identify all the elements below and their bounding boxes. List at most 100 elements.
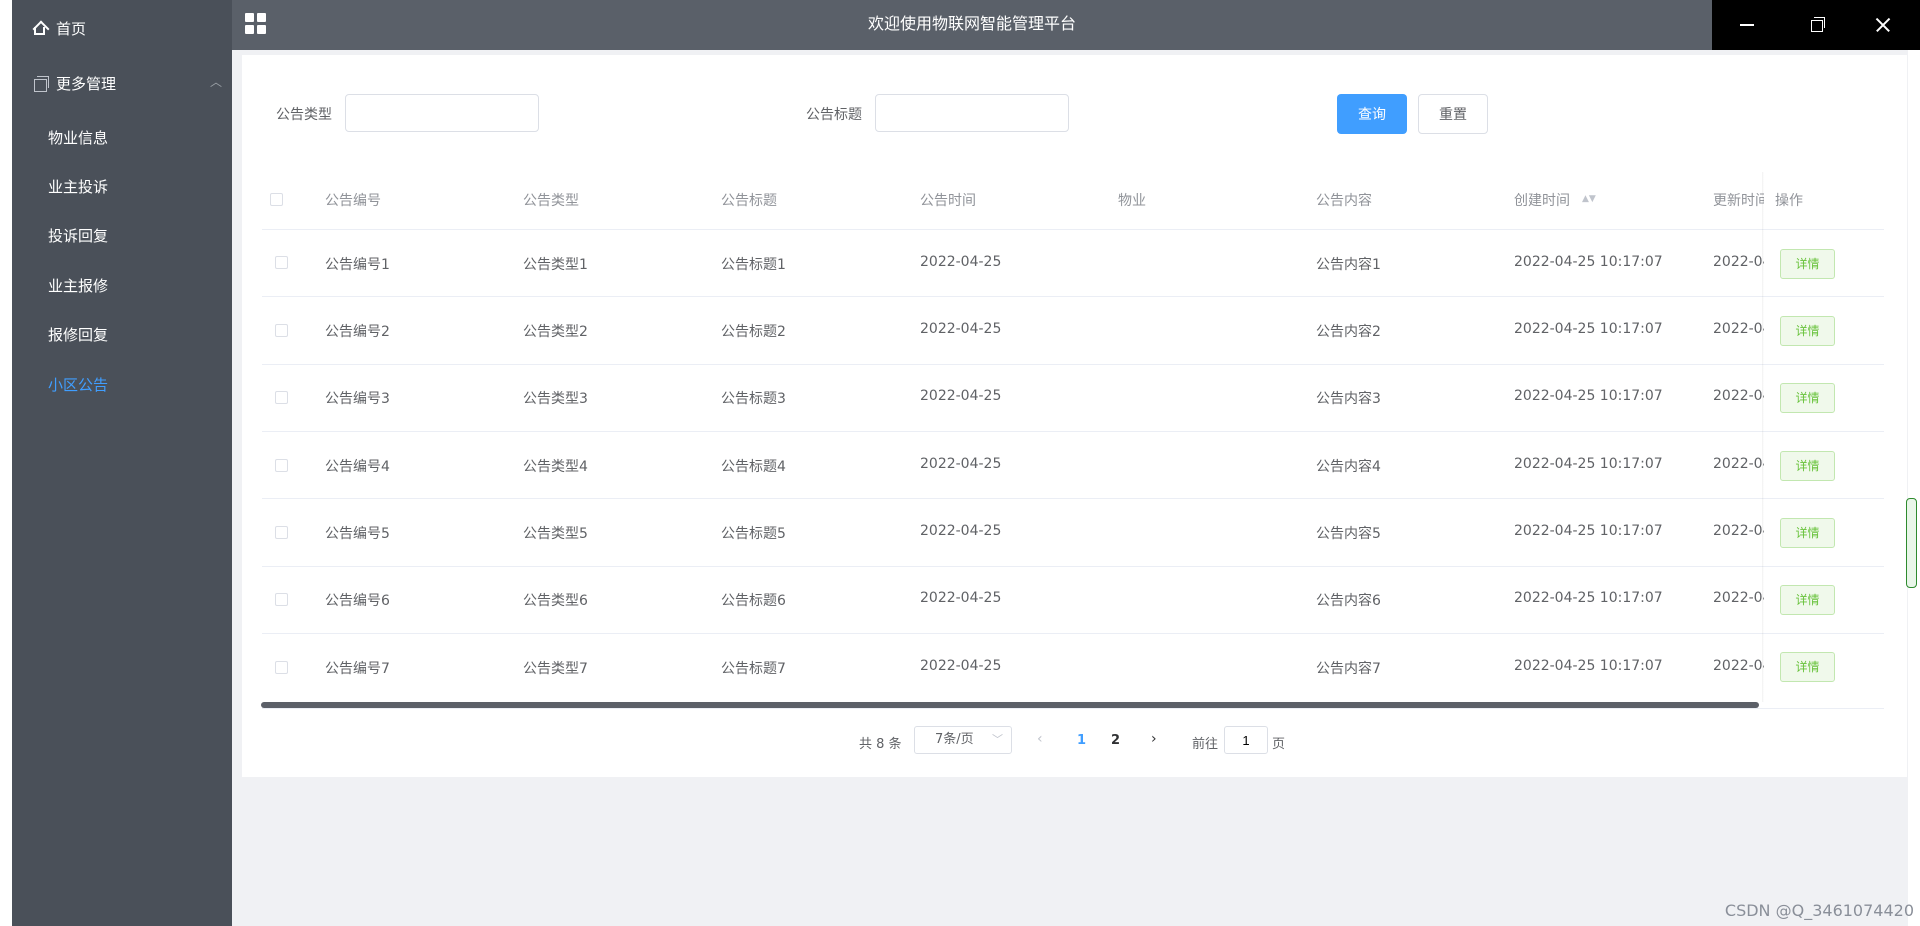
cell-no: 公告编号5 bbox=[325, 526, 390, 542]
row-divider bbox=[262, 364, 1884, 365]
row-checkbox[interactable] bbox=[275, 593, 288, 606]
sidebar-group-more[interactable]: 更多管理 ︿ bbox=[32, 73, 222, 94]
minimize-icon[interactable] bbox=[1712, 0, 1781, 50]
prev-page-icon[interactable]: ‹ bbox=[1037, 731, 1043, 747]
sidebar-group-label: 更多管理 bbox=[56, 75, 117, 93]
app-title: 欢迎使用物联网智能管理平台 bbox=[867, 14, 1076, 33]
cell-type: 公告类型7 bbox=[523, 661, 588, 677]
notice-title-label: 公告标题 bbox=[806, 107, 862, 123]
cell-content: 公告内容6 bbox=[1316, 593, 1381, 609]
detail-button[interactable]: 详情 bbox=[1780, 249, 1835, 279]
cell-content: 公告内容1 bbox=[1316, 257, 1381, 273]
detail-button[interactable]: 详情 bbox=[1780, 518, 1835, 548]
sidebar: 首页 更多管理 ︿ 物业信息 业主投诉 投诉回复 业主报修 报修回复 小区公告 bbox=[12, 0, 232, 926]
cell-date: 2022-04-25 bbox=[920, 456, 1002, 472]
row-checkbox[interactable] bbox=[275, 324, 288, 337]
cell-type: 公告类型6 bbox=[523, 593, 588, 609]
cell-created: 2022-04-25 10:17:07 bbox=[1514, 321, 1663, 337]
cell-title: 公告标题3 bbox=[721, 391, 786, 407]
cell-date: 2022-04-25 bbox=[920, 388, 1002, 404]
column-header-title: 公告标题 bbox=[721, 193, 777, 209]
ops-header-divider bbox=[1764, 229, 1884, 230]
row-checkbox[interactable] bbox=[275, 661, 288, 674]
cell-date: 2022-04-25 bbox=[920, 658, 1002, 674]
cell-content: 公告内容2 bbox=[1316, 324, 1381, 340]
row-checkbox[interactable] bbox=[275, 391, 288, 404]
cell-type: 公告类型4 bbox=[523, 459, 588, 475]
next-page-icon[interactable]: › bbox=[1151, 731, 1157, 747]
vertical-scrollbar-track bbox=[1908, 50, 1920, 926]
cell-no: 公告编号7 bbox=[325, 661, 390, 677]
sidebar-item-home[interactable]: 首页 bbox=[32, 18, 86, 39]
row-checkbox[interactable] bbox=[275, 459, 288, 472]
goto-unit: 页 bbox=[1272, 737, 1286, 752]
cell-date: 2022-04-25 bbox=[920, 254, 1002, 270]
restore-icon[interactable] bbox=[1781, 0, 1850, 50]
notice-type-input[interactable] bbox=[345, 94, 539, 132]
cell-date: 2022-04-25 bbox=[920, 523, 1002, 539]
sidebar-item-owner-complaint[interactable]: 业主投诉 bbox=[48, 176, 108, 197]
notice-title-input[interactable] bbox=[875, 94, 1069, 132]
sidebar-item-complaint-reply[interactable]: 投诉回复 bbox=[48, 225, 108, 246]
row-divider bbox=[262, 431, 1884, 432]
column-header-created[interactable]: 创建时间 bbox=[1514, 190, 1570, 210]
cell-no: 公告编号1 bbox=[325, 257, 390, 273]
reset-button[interactable]: 重置 bbox=[1418, 94, 1488, 134]
page-number-1[interactable]: 1 bbox=[1077, 733, 1086, 748]
column-header-no: 公告编号 bbox=[325, 193, 381, 209]
select-all-checkbox[interactable] bbox=[270, 193, 283, 206]
row-checkbox[interactable] bbox=[275, 256, 288, 269]
ops-row-divider bbox=[1764, 431, 1884, 432]
cell-no: 公告编号3 bbox=[325, 391, 390, 407]
sidebar-item-property-info[interactable]: 物业信息 bbox=[48, 127, 108, 148]
header-divider bbox=[262, 229, 1884, 230]
chevron-up-icon: ︿ bbox=[209, 75, 222, 89]
sidebar-item-owner-repair[interactable]: 业主报修 bbox=[48, 275, 108, 296]
column-header-type: 公告类型 bbox=[523, 193, 579, 209]
cell-type: 公告类型2 bbox=[523, 324, 588, 340]
detail-button[interactable]: 详情 bbox=[1780, 585, 1835, 615]
column-header-updated: 更新时间 bbox=[1713, 193, 1769, 209]
cell-type: 公告类型3 bbox=[523, 391, 588, 407]
sidebar-home-label: 首页 bbox=[56, 20, 87, 38]
page-size-select[interactable]: 7条/页 ﹀ bbox=[914, 726, 1012, 754]
ops-row-divider bbox=[1764, 566, 1884, 567]
sidebar-item-repair-reply[interactable]: 报修回复 bbox=[48, 324, 108, 345]
cell-title: 公告标题7 bbox=[721, 661, 786, 677]
query-button[interactable]: 查询 bbox=[1337, 94, 1407, 134]
vertical-scrollbar-thumb[interactable] bbox=[1906, 498, 1917, 588]
ops-row-divider bbox=[1764, 364, 1884, 365]
column-header-content: 公告内容 bbox=[1316, 193, 1372, 209]
row-divider bbox=[262, 296, 1884, 297]
goto-page-input[interactable] bbox=[1224, 726, 1268, 754]
ops-row-divider bbox=[1764, 498, 1884, 499]
row-divider bbox=[262, 566, 1884, 567]
close-icon[interactable] bbox=[1850, 0, 1919, 50]
detail-button[interactable]: 详情 bbox=[1780, 316, 1835, 346]
column-header-date: 公告时间 bbox=[920, 193, 976, 209]
cell-type: 公告类型1 bbox=[523, 257, 588, 273]
cell-content: 公告内容5 bbox=[1316, 526, 1381, 542]
cell-no: 公告编号2 bbox=[325, 324, 390, 340]
table-bottom-border bbox=[262, 708, 1884, 709]
chevron-down-icon: ﹀ bbox=[992, 733, 1003, 746]
menu-group-icon bbox=[32, 75, 49, 92]
page-number-2[interactable]: 2 bbox=[1111, 733, 1120, 748]
cell-created: 2022-04-25 10:17:07 bbox=[1514, 590, 1663, 606]
column-header-property: 物业 bbox=[1118, 193, 1146, 209]
detail-button[interactable]: 详情 bbox=[1780, 383, 1835, 413]
ops-row-divider bbox=[1764, 296, 1884, 297]
detail-button[interactable]: 详情 bbox=[1780, 652, 1835, 682]
sort-icon[interactable]: ▲▼ bbox=[1582, 194, 1596, 204]
detail-button[interactable]: 详情 bbox=[1780, 451, 1835, 481]
cell-content: 公告内容4 bbox=[1316, 459, 1381, 475]
cell-title: 公告标题5 bbox=[721, 526, 786, 542]
cell-no: 公告编号6 bbox=[325, 593, 390, 609]
row-checkbox[interactable] bbox=[275, 526, 288, 539]
sidebar-item-community-notice[interactable]: 小区公告 bbox=[48, 374, 108, 395]
notice-type-label: 公告类型 bbox=[276, 107, 332, 123]
cell-date: 2022-04-25 bbox=[920, 321, 1002, 337]
window-controls bbox=[1712, 0, 1920, 50]
row-divider bbox=[262, 498, 1884, 499]
cell-type: 公告类型5 bbox=[523, 526, 588, 542]
